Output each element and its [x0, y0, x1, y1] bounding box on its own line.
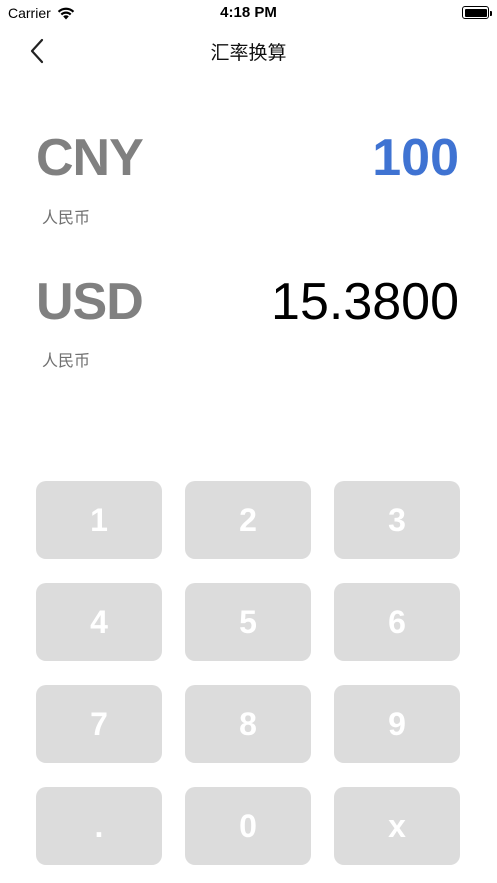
battery-icon	[462, 6, 492, 19]
key-4[interactable]: 4	[36, 583, 162, 661]
to-currency-code[interactable]: USD	[36, 272, 144, 332]
from-currency-row[interactable]: CNY 100 人民币	[0, 120, 497, 240]
to-currency-row[interactable]: USD 15.3800 人民币	[0, 262, 497, 382]
key-decimal[interactable]: .	[36, 787, 162, 865]
numeric-keypad: 1 2 3 4 5 6 7 8 9 . 0 x	[36, 481, 461, 865]
key-7[interactable]: 7	[36, 685, 162, 763]
key-9[interactable]: 9	[334, 685, 460, 763]
status-bar: Carrier 4:18 PM	[0, 0, 497, 26]
status-time: 4:18 PM	[220, 4, 277, 21]
key-3[interactable]: 3	[334, 481, 460, 559]
from-currency-code[interactable]: CNY	[36, 128, 144, 188]
key-1[interactable]: 1	[36, 481, 162, 559]
from-currency-name: 人民币	[42, 210, 91, 227]
to-amount: 15.3800	[271, 273, 459, 331]
page-title: 汇率换算	[210, 43, 287, 64]
to-currency-name: 人民币	[42, 353, 91, 370]
key-8[interactable]: 8	[185, 685, 311, 763]
key-delete[interactable]: x	[334, 787, 460, 865]
key-0[interactable]: 0	[185, 787, 311, 865]
key-2[interactable]: 2	[185, 481, 311, 559]
key-5[interactable]: 5	[185, 583, 311, 661]
navigation-bar: 汇率换算	[0, 26, 497, 74]
key-6[interactable]: 6	[334, 583, 460, 661]
from-amount[interactable]: 100	[372, 128, 459, 188]
